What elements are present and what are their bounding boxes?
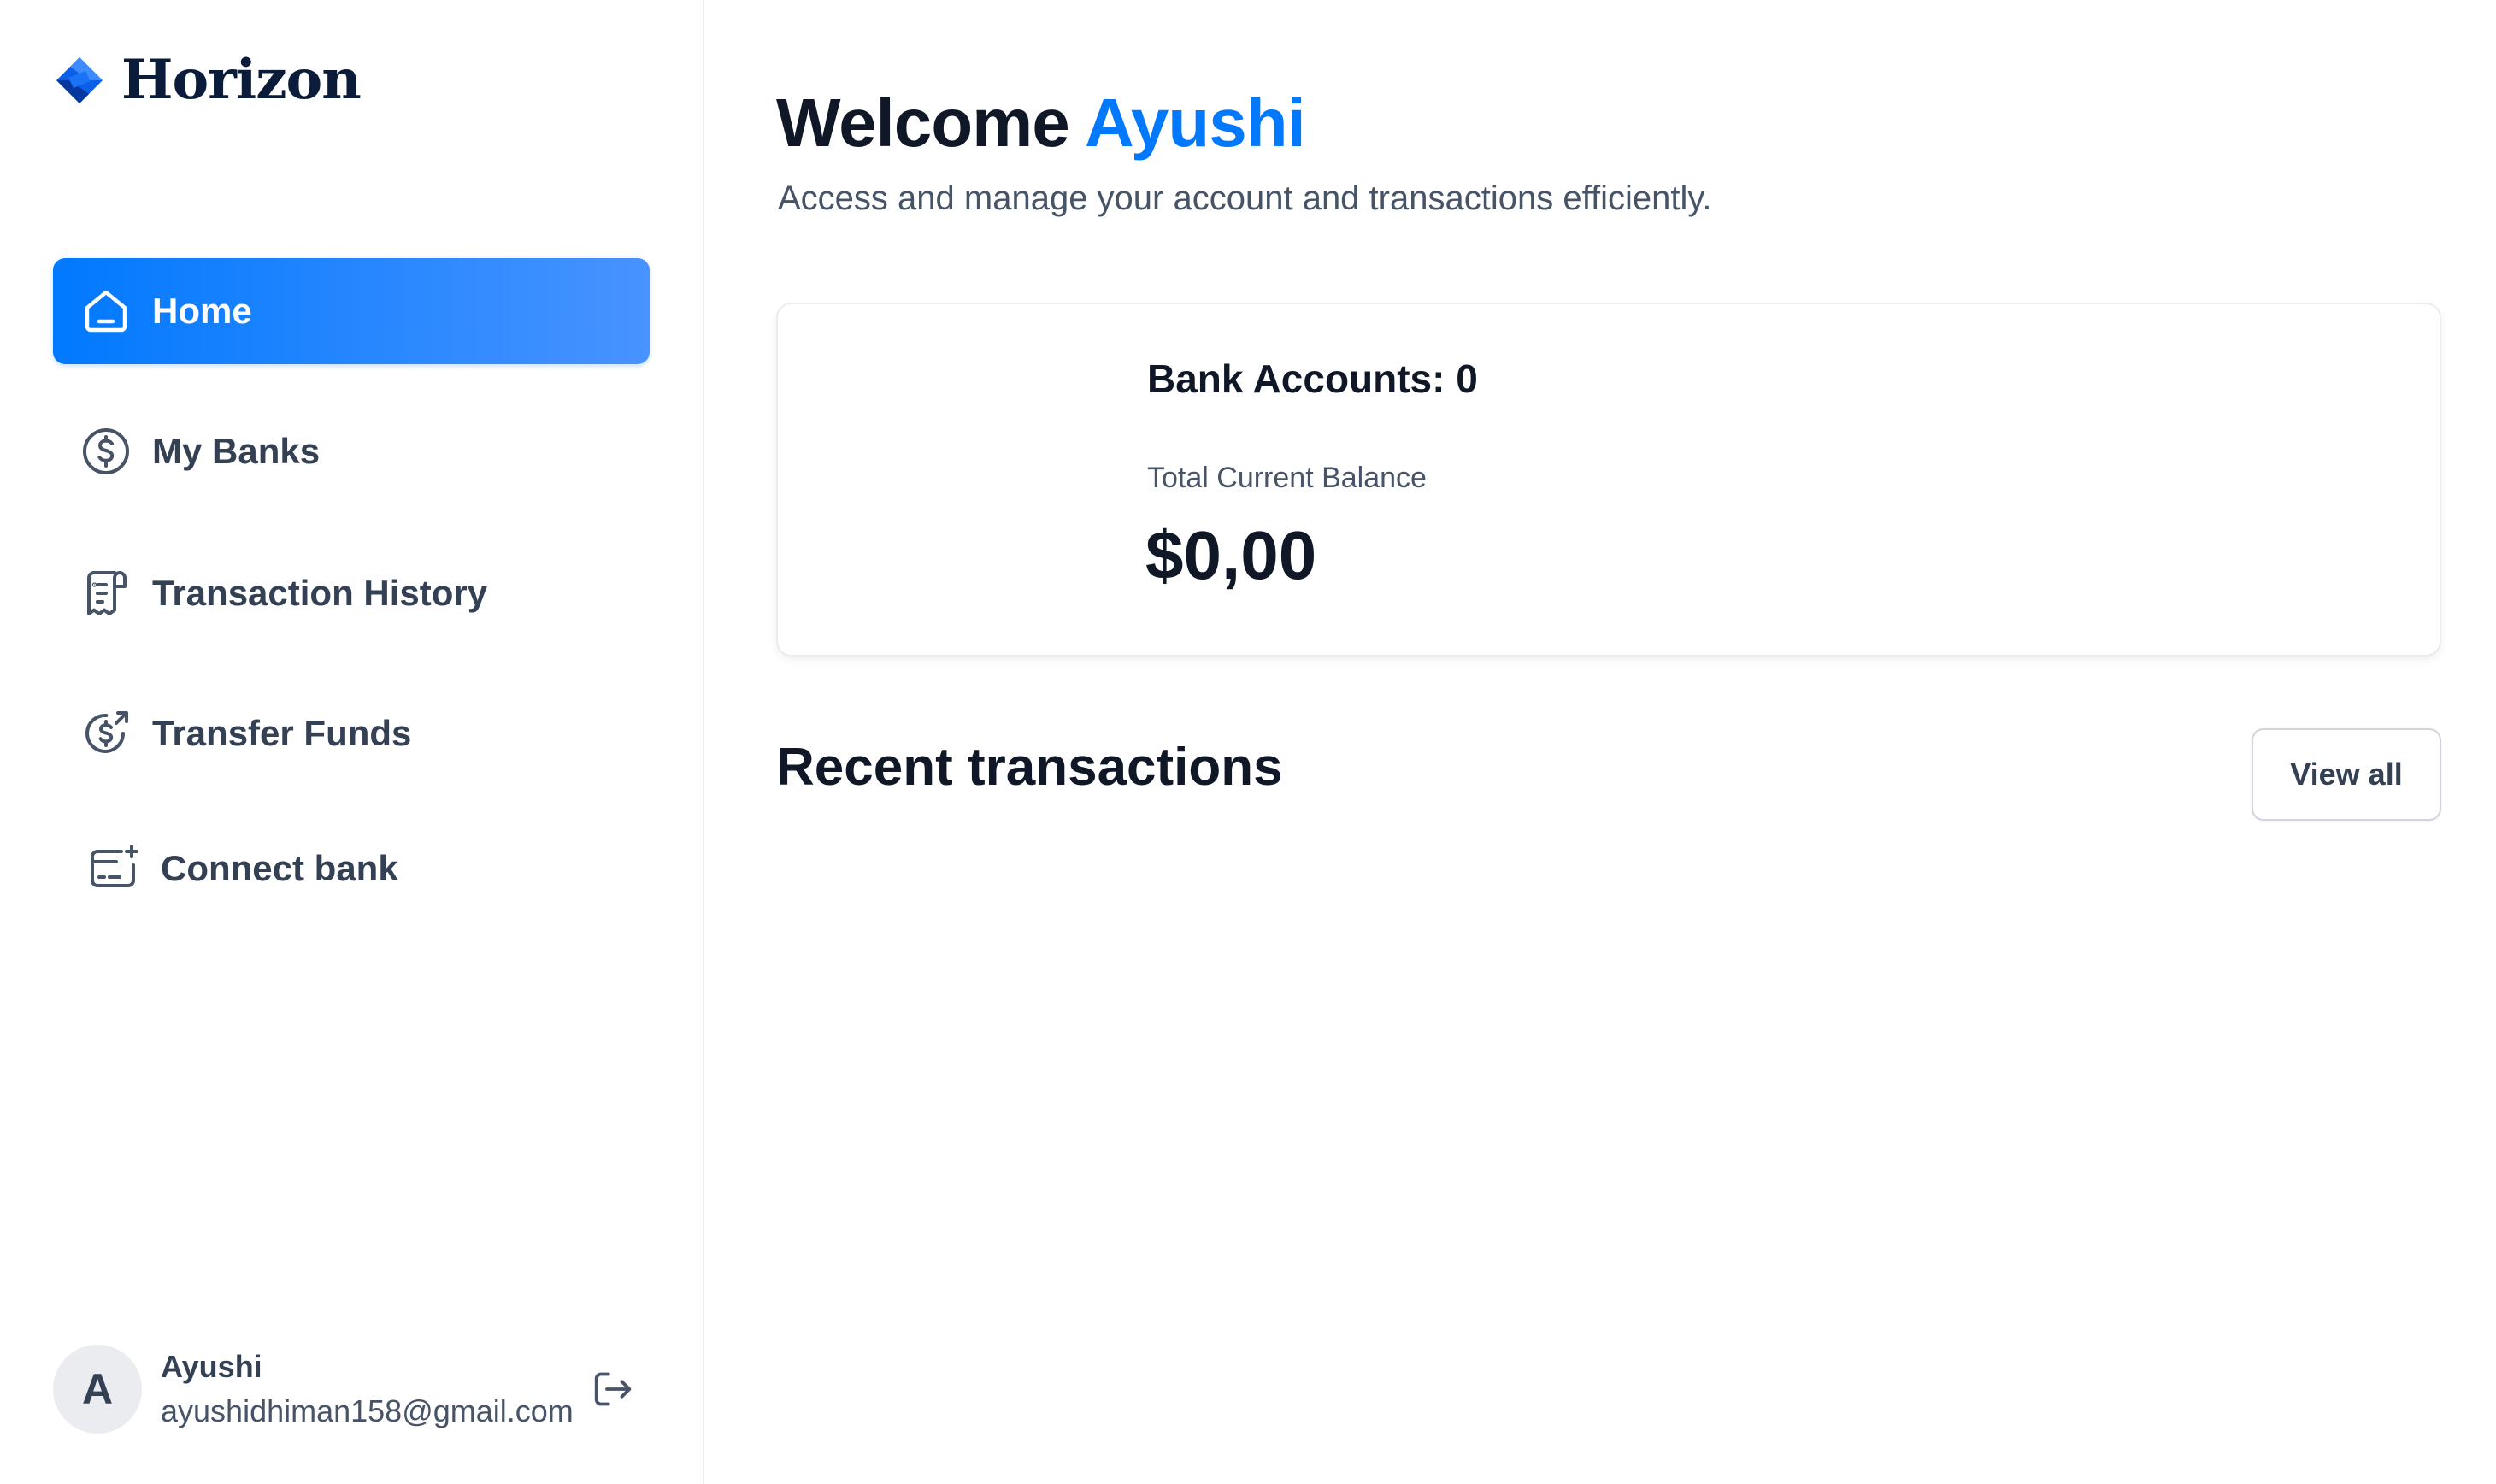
brand[interactable]: Horizon (51, 48, 362, 112)
main-content: Welcome Ayushi Access and manage your ac… (704, 0, 2496, 1484)
total-balance-card: Bank Accounts: 0 Total Current Balance $… (776, 303, 2441, 657)
brand-name: Horizon (121, 48, 362, 112)
sidebar-item-transfer-funds[interactable]: Transfer Funds (53, 680, 650, 786)
home-icon (85, 290, 127, 333)
user-name: Ayushi (161, 1349, 262, 1384)
page-subtitle: Access and manage your account and trans… (778, 180, 1712, 217)
sidebar-item-transaction-history[interactable]: Transaction History (53, 540, 650, 646)
user-email: ayushidhiman158@gmail.com (161, 1393, 574, 1428)
logout-icon[interactable] (589, 1365, 637, 1413)
welcome-user-name: Ayushi (1085, 85, 1306, 161)
sidebar-item-label: Transaction History (152, 573, 488, 613)
page-title: Welcome Ayushi (776, 84, 1306, 162)
user-profile: A Ayushi ayushidhiman158@gmail.com (53, 1342, 662, 1436)
dollar-circle-icon (83, 428, 129, 474)
receipt-icon (87, 571, 127, 615)
profile-info: Ayushi ayushidhiman158@gmail.com (161, 1345, 574, 1434)
sidebar-item-label: Home (152, 291, 252, 331)
recent-transactions-title: Recent transactions (776, 738, 1283, 797)
total-balance-label: Total Current Balance (1147, 462, 1427, 494)
view-all-button[interactable]: View all (2252, 728, 2441, 821)
sidebar-item-home[interactable]: Home (53, 258, 650, 364)
app-root: Horizon Home My Banks Transaction Histor… (0, 0, 2496, 1484)
bank-accounts-count: Bank Accounts: 0 (1147, 356, 1478, 401)
welcome-greeting: Welcome (776, 85, 1070, 161)
money-send-icon (85, 711, 128, 753)
card-add-icon (91, 845, 138, 887)
sidebar: Horizon Home My Banks Transaction Histor… (0, 0, 704, 1484)
avatar[interactable]: A (53, 1345, 142, 1434)
horizon-logo-icon (56, 56, 103, 103)
sidebar-item-label: Transfer Funds (152, 713, 412, 753)
sidebar-item-my-banks[interactable]: My Banks (53, 398, 650, 504)
total-balance-value: $0,00 (1145, 517, 1317, 593)
sidebar-item-label: Connect bank (161, 848, 398, 888)
sidebar-item-label: My Banks (152, 431, 321, 471)
sidebar-item-connect-bank[interactable]: Connect bank (53, 816, 650, 922)
